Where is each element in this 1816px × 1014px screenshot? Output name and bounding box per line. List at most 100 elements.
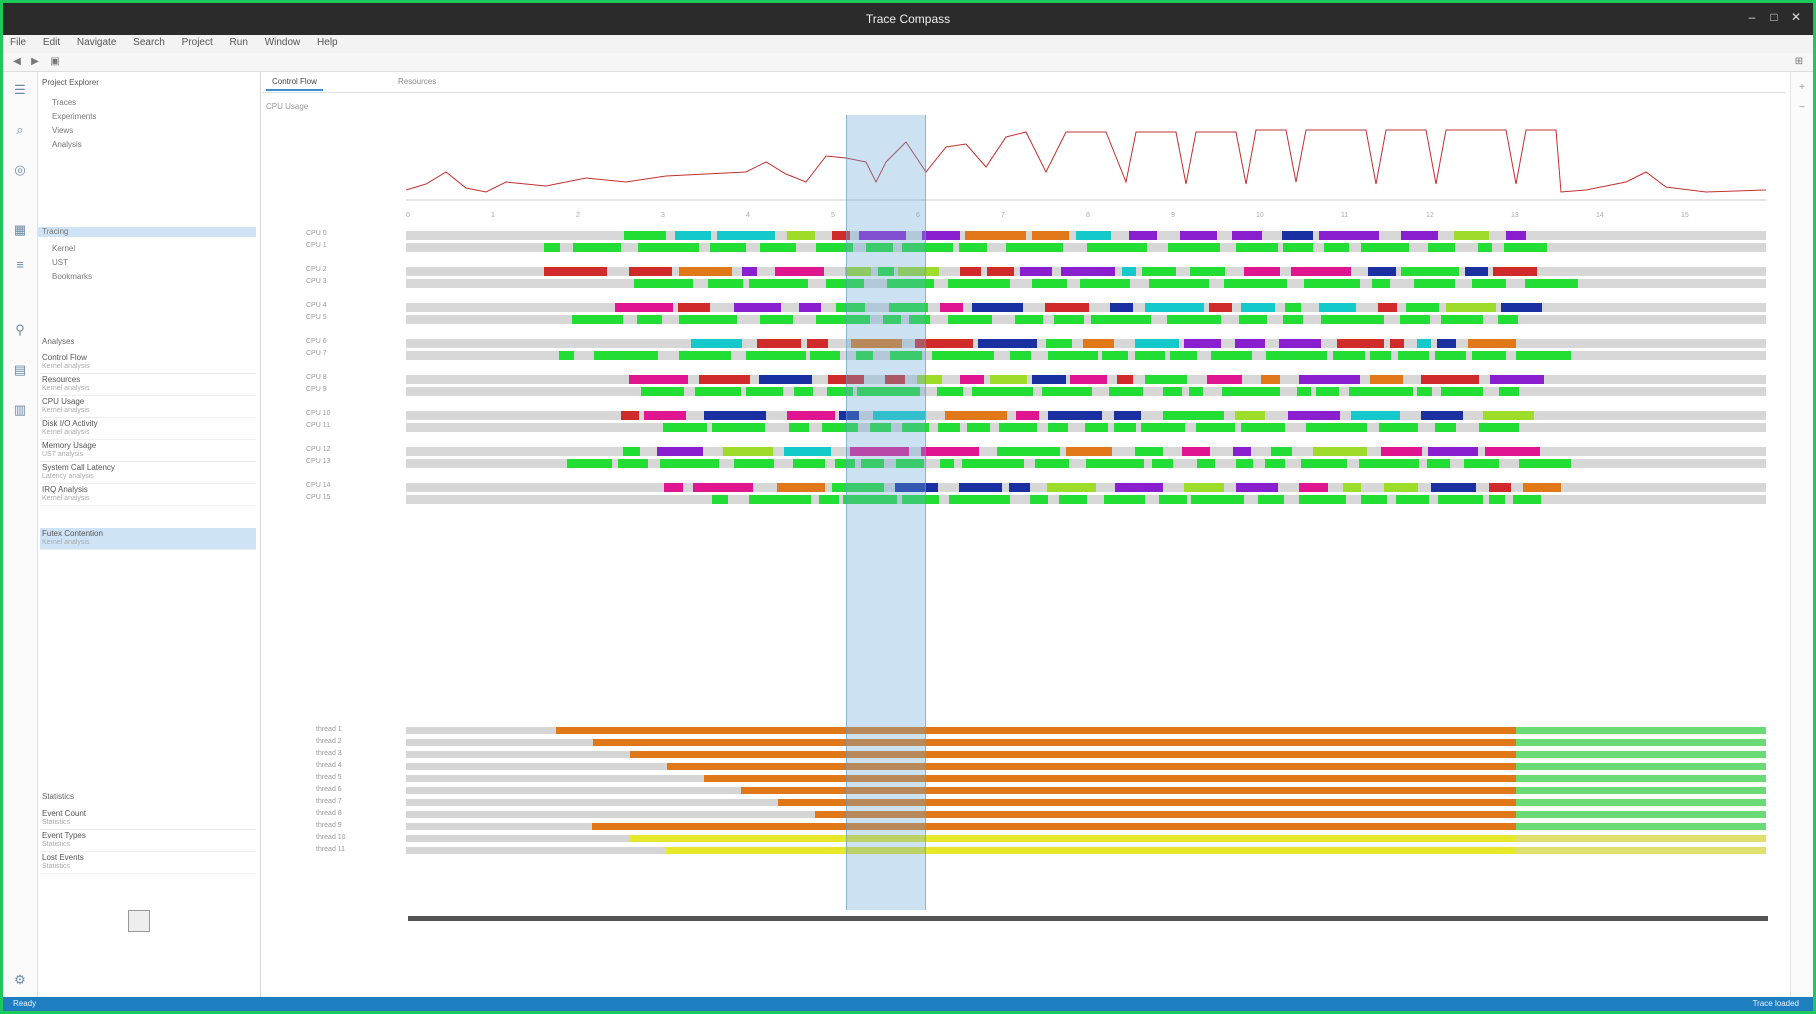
thread-running-segment[interactable]	[1516, 811, 1766, 818]
analysis-icon[interactable]: ◎	[12, 162, 28, 178]
time-range-selection[interactable]	[846, 115, 926, 910]
state-block[interactable]	[1048, 351, 1098, 360]
scroll-thumb[interactable]	[128, 910, 150, 932]
state-block[interactable]	[704, 411, 766, 420]
state-block[interactable]	[1313, 447, 1368, 456]
thread-running-segment[interactable]	[1516, 751, 1766, 758]
state-block[interactable]	[1323, 243, 1349, 252]
state-block[interactable]	[1046, 483, 1097, 492]
state-block[interactable]	[775, 267, 824, 276]
state-block[interactable]	[793, 459, 826, 468]
state-block[interactable]	[1045, 303, 1090, 312]
state-block[interactable]	[776, 483, 825, 492]
state-block[interactable]	[1257, 495, 1284, 504]
state-block[interactable]	[1321, 315, 1384, 324]
track-row[interactable]	[406, 315, 1766, 324]
state-block[interactable]	[749, 279, 809, 288]
new-window-icon[interactable]: ▣	[49, 56, 61, 68]
state-block[interactable]	[1471, 351, 1507, 360]
state-block[interactable]	[1189, 267, 1225, 276]
tree-item[interactable]: Views	[52, 126, 73, 136]
state-block[interactable]	[644, 411, 687, 420]
track-row[interactable]	[406, 459, 1766, 468]
state-block[interactable]	[1399, 315, 1431, 324]
chart-icon[interactable]: ▦	[12, 222, 28, 238]
state-block[interactable]	[1014, 315, 1043, 324]
state-block[interactable]	[978, 339, 1037, 348]
state-block[interactable]	[637, 243, 700, 252]
state-block[interactable]	[986, 267, 1015, 276]
state-block[interactable]	[1210, 351, 1252, 360]
state-block[interactable]	[1505, 231, 1527, 240]
thread-running-segment[interactable]	[1516, 799, 1766, 806]
state-block[interactable]	[707, 279, 743, 288]
state-block[interactable]	[1488, 483, 1512, 492]
state-block[interactable]	[1265, 459, 1286, 468]
forward-icon[interactable]: ▶	[29, 56, 41, 68]
state-block[interactable]	[723, 447, 773, 456]
state-block[interactable]	[1101, 351, 1129, 360]
list-item[interactable]: Resources Kernel analysis	[40, 374, 256, 396]
state-block[interactable]	[1499, 387, 1520, 396]
state-block[interactable]	[967, 423, 990, 432]
search-icon[interactable]: ⌕	[12, 122, 28, 138]
state-block[interactable]	[1122, 267, 1137, 276]
state-block[interactable]	[794, 387, 813, 396]
state-block[interactable]	[1299, 483, 1328, 492]
track-row[interactable]	[406, 411, 1766, 420]
state-block[interactable]	[1478, 423, 1520, 432]
track-row[interactable]	[406, 423, 1766, 432]
state-block[interactable]	[990, 375, 1027, 384]
state-block[interactable]	[962, 459, 1024, 468]
filter-icon[interactable]: ⚲	[12, 322, 28, 338]
explorer-icon[interactable]: ☰	[12, 82, 28, 98]
state-block[interactable]	[614, 303, 673, 312]
perspective-icon[interactable]: ⊞	[1793, 56, 1805, 68]
state-block[interactable]	[712, 495, 728, 504]
state-block[interactable]	[1032, 375, 1067, 384]
thread-row[interactable]	[406, 799, 1766, 806]
state-block[interactable]	[1082, 339, 1115, 348]
state-block[interactable]	[734, 459, 775, 468]
state-block[interactable]	[1290, 267, 1352, 276]
state-block[interactable]	[675, 231, 712, 240]
state-block[interactable]	[734, 303, 782, 312]
state-block[interactable]	[1271, 447, 1293, 456]
state-block[interactable]	[1163, 387, 1183, 396]
horizontal-scrollbar[interactable]	[408, 916, 1768, 921]
state-block[interactable]	[807, 339, 829, 348]
state-block[interactable]	[1372, 279, 1391, 288]
state-block[interactable]	[1266, 351, 1328, 360]
state-block[interactable]	[1492, 267, 1537, 276]
track-row[interactable]	[406, 267, 1766, 276]
state-block[interactable]	[1518, 459, 1572, 468]
state-block[interactable]	[559, 351, 574, 360]
state-block[interactable]	[1285, 303, 1301, 312]
state-block[interactable]	[1128, 231, 1157, 240]
state-block[interactable]	[741, 267, 757, 276]
thread-row[interactable]	[406, 787, 1766, 794]
state-block[interactable]	[660, 459, 720, 468]
state-block[interactable]	[1484, 447, 1540, 456]
state-block[interactable]	[1031, 279, 1067, 288]
state-block[interactable]	[921, 231, 960, 240]
state-block[interactable]	[1231, 231, 1263, 240]
tree-item[interactable]: Experiments	[52, 112, 96, 122]
state-block[interactable]	[1296, 387, 1312, 396]
state-block[interactable]	[1359, 459, 1420, 468]
thread-row[interactable]	[406, 835, 1766, 842]
state-block[interactable]	[1437, 495, 1483, 504]
state-block[interactable]	[1379, 423, 1419, 432]
state-block[interactable]	[594, 351, 659, 360]
tree-item[interactable]: Traces	[52, 98, 76, 108]
tree-item-selected[interactable]: Tracing	[38, 227, 256, 237]
menu-search[interactable]: Search	[126, 35, 172, 50]
state-block[interactable]	[1048, 423, 1068, 432]
state-block[interactable]	[1149, 279, 1210, 288]
state-block[interactable]	[1076, 231, 1112, 240]
state-block[interactable]	[1086, 243, 1147, 252]
state-block[interactable]	[1435, 423, 1457, 432]
thread-state-segment[interactable]	[629, 835, 1516, 842]
track-row[interactable]	[406, 339, 1766, 348]
state-block[interactable]	[1058, 495, 1088, 504]
